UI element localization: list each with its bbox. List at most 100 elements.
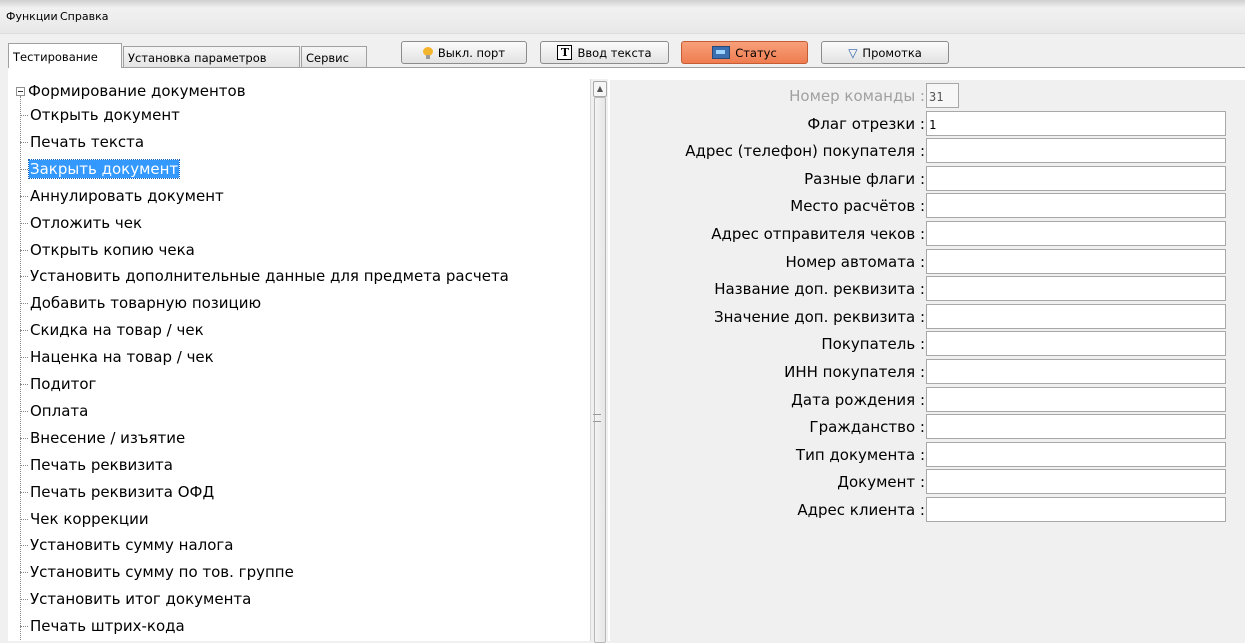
feed-button[interactable]: ▽ Промотка: [821, 41, 949, 64]
tree-connector: [20, 545, 28, 547]
tree-item[interactable]: Установить дополнительные данные для пре…: [20, 265, 510, 288]
tab-parameters[interactable]: Установка параметров: [123, 46, 300, 67]
field-input[interactable]: [926, 193, 1226, 219]
field-input[interactable]: [926, 469, 1226, 495]
tree-item[interactable]: Оплата: [20, 400, 89, 423]
port-off-button[interactable]: Выкл. порт: [401, 41, 527, 64]
tree-connector: [20, 491, 28, 493]
field-label: Адрес отправителя чеков :: [711, 225, 925, 243]
port-off-label: Выкл. порт: [437, 45, 506, 60]
tree-item-label: Печать текста: [30, 132, 145, 151]
field-input[interactable]: [926, 386, 1226, 412]
scroll-up-icon[interactable]: ▲: [593, 81, 607, 97]
command-number-field[interactable]: [926, 83, 959, 108]
field-label: Тип документа :: [795, 445, 925, 464]
tree-connector: [20, 222, 28, 224]
field-label: Дата рождения :: [791, 390, 925, 409]
field-label: Флаг отрезки :: [807, 114, 925, 133]
field-label: Номер команды :: [789, 87, 925, 105]
tree-item[interactable]: Открыть документ: [20, 104, 181, 127]
form-row: Тип документа :: [610, 441, 1245, 467]
tree-item[interactable]: Закрыть документ: [20, 158, 181, 181]
tree-item[interactable]: Отложить чек: [20, 212, 143, 235]
field-input[interactable]: [926, 165, 1226, 191]
field-label: Покупатель :: [821, 335, 925, 354]
field-input[interactable]: [926, 414, 1226, 440]
form-row: Покупатель :: [610, 331, 1245, 357]
tree-item[interactable]: Печать текста: [20, 131, 145, 154]
collapse-icon[interactable]: [16, 86, 25, 96]
tree-item-label: Печать реквизита ОФД: [30, 482, 215, 501]
tab-testing[interactable]: Тестирование: [8, 43, 122, 68]
tree-item-label: Внесение / изъятие: [30, 428, 186, 447]
tree-connector: [20, 276, 28, 278]
scroll-thumb[interactable]: [594, 97, 606, 643]
tree-item-label: Отложить чек: [30, 213, 143, 232]
tree-item-label: Установить итог документа: [30, 590, 252, 609]
tree-root-label: Формирование документов: [28, 82, 246, 100]
field-input[interactable]: [926, 303, 1226, 329]
tree-connector: [20, 572, 28, 574]
menu-functions[interactable]: Функции: [6, 10, 58, 23]
tree-item[interactable]: Наценка на товар / чек: [20, 346, 215, 369]
tree-item[interactable]: Подитог: [20, 373, 97, 396]
form-row: Гражданство :: [610, 414, 1245, 440]
splitter-grip-icon[interactable]: [593, 414, 601, 422]
tree-connector: [20, 599, 28, 601]
command-tree[interactable]: Формирование документов Открыть документ…: [8, 77, 588, 641]
tree-item[interactable]: Чек коррекции: [20, 508, 150, 531]
tree-item[interactable]: Открыть копию чека: [20, 239, 196, 262]
lightbulb-icon: [422, 46, 433, 59]
tree-item[interactable]: Аннулировать документ: [20, 185, 225, 208]
field-label: Место расчётов :: [790, 197, 925, 216]
form-row: ИНН покупателя :: [610, 359, 1245, 384]
form-row: Документ :: [610, 469, 1245, 495]
form-row: Адрес клиента :: [610, 497, 1245, 522]
field-input[interactable]: [926, 248, 1226, 274]
text-input-button[interactable]: T Ввод текста: [540, 41, 669, 64]
tab-service[interactable]: Сервис: [301, 46, 367, 67]
field-input[interactable]: [926, 497, 1226, 522]
tree-connector: [20, 115, 28, 116]
status-label: Статус: [735, 45, 777, 60]
parameters-form: Номер команды : Флаг отрезки : Адрес (теле…: [610, 80, 1245, 641]
field-input[interactable]: [926, 221, 1226, 246]
text-icon: T: [557, 45, 573, 60]
form-row: Адрес отправителя чеков :: [610, 221, 1245, 246]
field-label: Номер автомата :: [785, 252, 926, 271]
tree-connector: [20, 195, 28, 197]
status-button[interactable]: Статус: [681, 41, 808, 64]
tree-item[interactable]: Установить сумму налога: [20, 534, 234, 557]
field-input[interactable]: [926, 276, 1226, 302]
tree-root[interactable]: Формирование документов: [16, 82, 246, 100]
tree-item-label: Чек коррекции: [30, 509, 149, 528]
field-input[interactable]: [926, 331, 1226, 357]
field-input[interactable]: [926, 110, 1226, 136]
menubar-shadow: [0, 0, 1245, 8]
tree-connector: [20, 437, 28, 439]
tree-item-label: Наценка на товар / чек: [30, 348, 214, 367]
tree-connector: [20, 518, 28, 520]
menu-help[interactable]: Справка: [60, 10, 108, 23]
field-label: Адрес клиента :: [797, 501, 925, 519]
field-input[interactable]: [926, 441, 1226, 467]
tree-connector: [20, 168, 28, 170]
tree-connector: [20, 464, 28, 466]
form-row: Дата рождения :: [610, 386, 1245, 412]
field-label: Значение доп. реквизита :: [713, 307, 925, 326]
tree-item[interactable]: Скидка на товар / чек: [20, 319, 205, 342]
field-input[interactable]: [926, 359, 1226, 384]
tree-item[interactable]: Установить сумму по тов. группе: [20, 561, 295, 584]
field-label: Разные флаги :: [804, 169, 925, 188]
tree-item[interactable]: Добавить товарную позицию: [20, 292, 262, 315]
tree-item-label: Открыть копию чека: [30, 240, 195, 259]
tree-item[interactable]: Внесение / изъятие: [20, 427, 186, 450]
tree-item[interactable]: Печать реквизита: [20, 454, 174, 477]
tree-item[interactable]: Печать реквизита ОФД: [20, 481, 215, 504]
tree-connector: [20, 357, 28, 359]
field-input[interactable]: [926, 138, 1226, 164]
tree-item-label: Открыть документ: [30, 106, 180, 124]
tree-scrollbar[interactable]: ▲: [590, 79, 608, 643]
tree-item[interactable]: Установить итог документа: [20, 588, 252, 611]
tree-item[interactable]: Печать штрих-кода: [20, 615, 186, 638]
